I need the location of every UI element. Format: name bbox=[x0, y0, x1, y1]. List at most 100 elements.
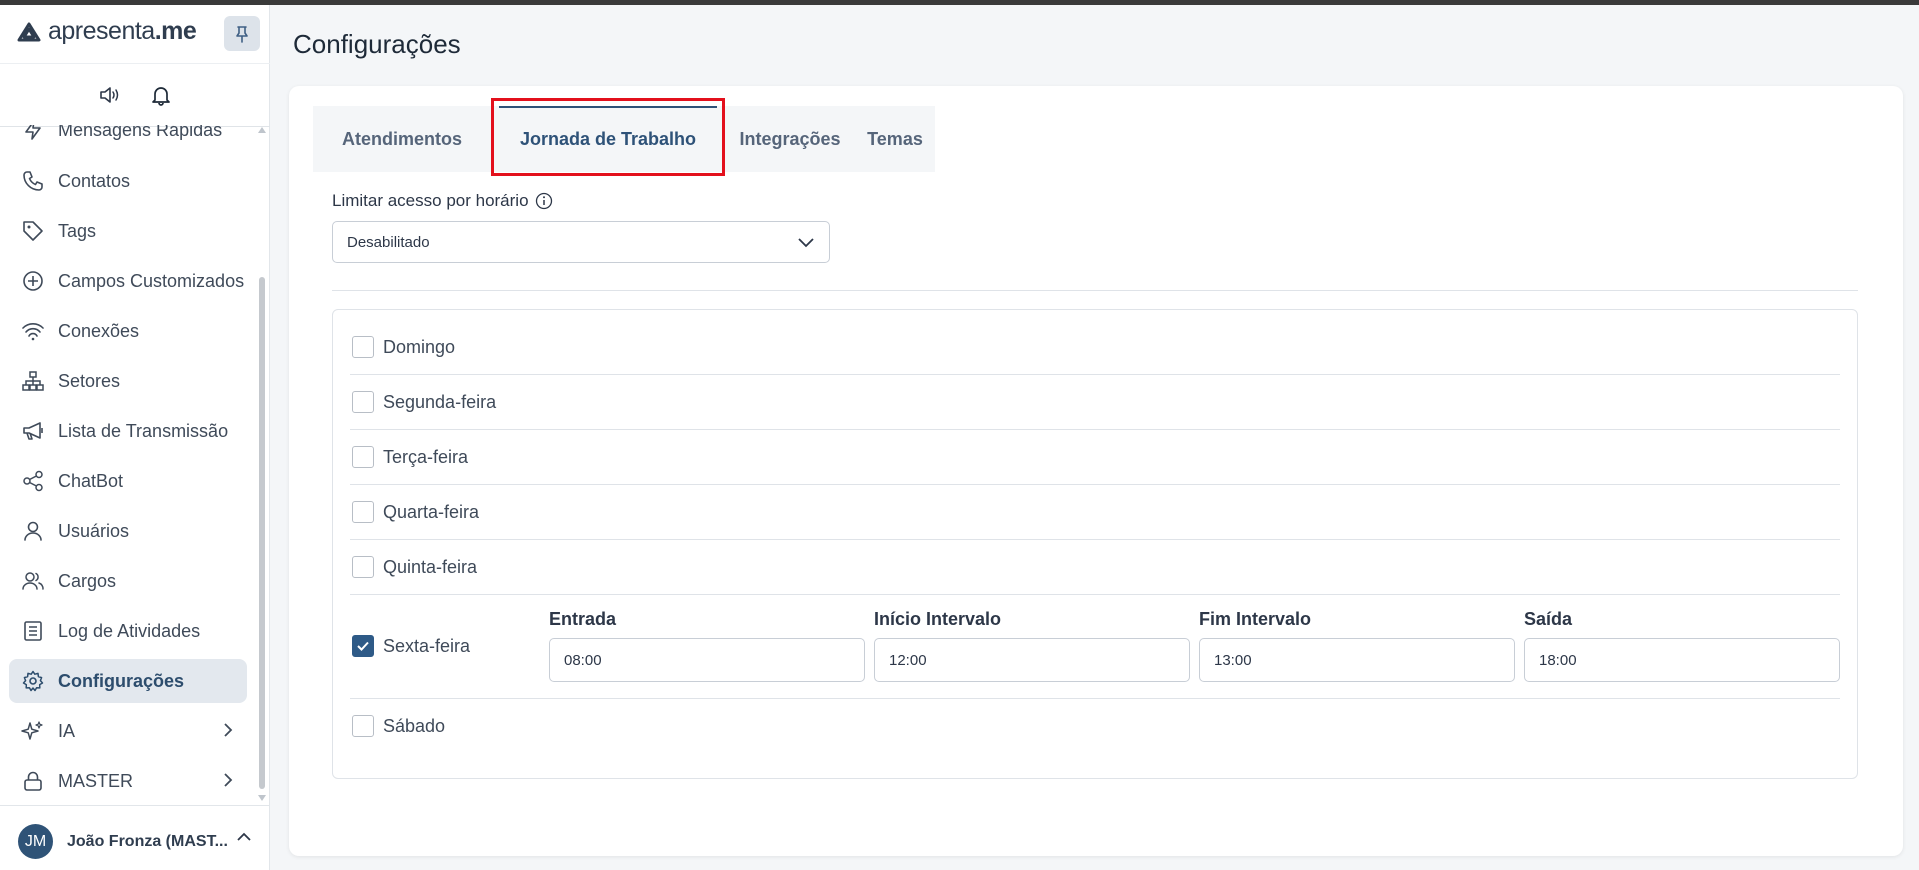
chevron-right-icon bbox=[224, 773, 233, 787]
sidebar-item-ia[interactable]: IA bbox=[9, 709, 247, 753]
sidebar-item-mensagens-rapidas[interactable]: Mensagens Rápidas bbox=[9, 125, 247, 152]
tab-jornada-de-trabalho[interactable]: Jornada de Trabalho bbox=[491, 106, 725, 172]
logo-row: apresenta.me bbox=[0, 5, 270, 60]
sidebar-item-label: Configurações bbox=[58, 670, 185, 691]
user-name: João Fronza (MAST... bbox=[67, 833, 228, 850]
tab-temas[interactable]: Temas bbox=[855, 106, 935, 172]
sidebar-item-label: Conexões bbox=[58, 320, 140, 341]
day-row-quinta: Quinta-feira bbox=[350, 540, 1840, 595]
sidebar-item-setores[interactable]: Setores bbox=[9, 359, 247, 403]
day-name: Quinta-feira bbox=[383, 557, 478, 577]
day-checkbox-domingo[interactable] bbox=[352, 336, 374, 358]
inicio-intervalo-label: Início Intervalo bbox=[874, 609, 1002, 629]
day-checkbox-sexta[interactable] bbox=[352, 635, 374, 657]
inicio-intervalo-group: Início Intervalo 12:00 bbox=[874, 609, 1190, 682]
user-menu[interactable]: JM João Fronza (MAST... bbox=[0, 805, 270, 870]
chevron-down-icon bbox=[798, 238, 814, 248]
access-limit-select[interactable]: Desabilitado bbox=[332, 221, 830, 263]
saida-input[interactable]: 18:00 bbox=[1524, 638, 1840, 682]
day-row-quarta: Quarta-feira bbox=[350, 485, 1840, 540]
day-row-segunda: Segunda-feira bbox=[350, 375, 1840, 430]
wifi-icon bbox=[13, 321, 53, 341]
lightning-icon bbox=[13, 125, 53, 141]
scroll-down-arrow[interactable] bbox=[258, 795, 266, 801]
users-icon bbox=[13, 570, 53, 592]
sidebar-item-label: Tags bbox=[58, 220, 97, 241]
day-name: Segunda-feira bbox=[383, 392, 497, 412]
saida-group: Saída 18:00 bbox=[1524, 609, 1840, 682]
sidebar-item-tags[interactable]: Tags bbox=[9, 209, 247, 253]
chevron-right-icon bbox=[224, 723, 233, 737]
scroll-up-arrow[interactable] bbox=[258, 127, 266, 133]
fim-intervalo-label: Fim Intervalo bbox=[1199, 609, 1312, 629]
speaker-icon[interactable] bbox=[98, 84, 122, 106]
sidebar-nav: Mensagens Rápidas Contatos Tags Campos C… bbox=[0, 125, 262, 795]
day-name: Terça-feira bbox=[383, 447, 469, 467]
tag-icon bbox=[13, 220, 53, 242]
day-name: Domingo bbox=[383, 337, 456, 357]
sidebar-item-usuarios[interactable]: Usuários bbox=[9, 509, 247, 553]
sidebar-item-master[interactable]: MASTER bbox=[9, 759, 247, 795]
access-limit-value: Desabilitado bbox=[347, 233, 430, 251]
logo-icon bbox=[17, 22, 41, 41]
info-icon[interactable] bbox=[535, 192, 553, 210]
sidebar-item-chatbot[interactable]: ChatBot bbox=[9, 459, 247, 503]
fim-intervalo-input[interactable]: 13:00 bbox=[1199, 638, 1515, 682]
inicio-intervalo-input[interactable]: 12:00 bbox=[874, 638, 1190, 682]
log-icon bbox=[13, 620, 53, 642]
user-icon bbox=[13, 520, 53, 542]
sparkle-icon bbox=[13, 720, 53, 742]
sidebar-item-configuracoes[interactable]: Configurações bbox=[9, 659, 247, 703]
day-checkbox-quinta[interactable] bbox=[352, 556, 374, 578]
plus-circle-icon bbox=[13, 270, 53, 292]
sidebar-item-log-atividades[interactable]: Log de Atividades bbox=[9, 609, 247, 653]
sidebar-item-label: Mensagens Rápidas bbox=[58, 125, 223, 140]
sidebar-item-label: MASTER bbox=[58, 770, 134, 791]
scroll-thumb[interactable] bbox=[259, 277, 265, 789]
page-title: Configurações bbox=[293, 29, 461, 59]
day-name: Quarta-feira bbox=[383, 502, 480, 522]
sidebar-item-lista-transmissao[interactable]: Lista de Transmissão bbox=[9, 409, 247, 453]
check-icon bbox=[357, 641, 369, 651]
day-row-sabado: Sábado bbox=[350, 699, 1840, 754]
day-checkbox-segunda[interactable] bbox=[352, 391, 374, 413]
sidebar-item-contatos[interactable]: Contatos bbox=[9, 159, 247, 203]
entrada-input[interactable]: 08:00 bbox=[549, 638, 865, 682]
sidebar-item-label: Cargos bbox=[58, 570, 117, 591]
entrada-group: Entrada 08:00 bbox=[549, 609, 865, 682]
gear-icon bbox=[13, 670, 53, 692]
notification-row bbox=[0, 63, 270, 127]
lock-icon bbox=[13, 770, 53, 792]
sidebar-item-label: Log de Atividades bbox=[58, 620, 201, 641]
day-row-terca: Terça-feira bbox=[350, 430, 1840, 485]
avatar: JM bbox=[18, 824, 53, 859]
logo-text: apresenta.me bbox=[48, 17, 197, 45]
sidebar-item-conexoes[interactable]: Conexões bbox=[9, 309, 247, 353]
day-checkbox-quarta[interactable] bbox=[352, 501, 374, 523]
entrada-label: Entrada bbox=[549, 609, 617, 629]
tab-integracoes[interactable]: Integrações bbox=[725, 106, 855, 172]
sidebar: apresenta.me Mensagens Rápidas Contatos … bbox=[0, 5, 270, 870]
day-name: Sexta-feira bbox=[383, 636, 471, 656]
work-days-panel: Domingo Segunda-feira Terça-feira Quarta… bbox=[332, 309, 1858, 779]
bell-icon[interactable] bbox=[150, 84, 172, 106]
saida-label: Saída bbox=[1524, 609, 1573, 629]
sidebar-item-label: Setores bbox=[58, 370, 121, 391]
app-logo[interactable]: apresenta.me bbox=[16, 17, 197, 46]
pin-sidebar-button[interactable] bbox=[224, 16, 260, 51]
fim-intervalo-group: Fim Intervalo 13:00 bbox=[1199, 609, 1515, 682]
day-checkbox-terca[interactable] bbox=[352, 446, 374, 468]
window-top-bar bbox=[0, 0, 1919, 5]
sidebar-item-cargos[interactable]: Cargos bbox=[9, 559, 247, 603]
share-icon bbox=[13, 470, 53, 492]
divider bbox=[332, 290, 1858, 291]
day-row-sexta: Sexta-feira Entrada 08:00 Início Interva… bbox=[350, 595, 1840, 699]
sidebar-item-label: ChatBot bbox=[58, 470, 124, 491]
sidebar-scrollbar[interactable] bbox=[258, 127, 266, 807]
sidebar-item-campos-customizados[interactable]: Campos Customizados bbox=[9, 259, 247, 303]
settings-card: Atendimentos Jornada de Trabalho Integra… bbox=[289, 86, 1903, 856]
tab-atendimentos[interactable]: Atendimentos bbox=[313, 106, 491, 172]
day-checkbox-sabado[interactable] bbox=[352, 715, 374, 737]
sitemap-icon bbox=[13, 370, 53, 392]
chevron-up-icon bbox=[237, 832, 251, 841]
